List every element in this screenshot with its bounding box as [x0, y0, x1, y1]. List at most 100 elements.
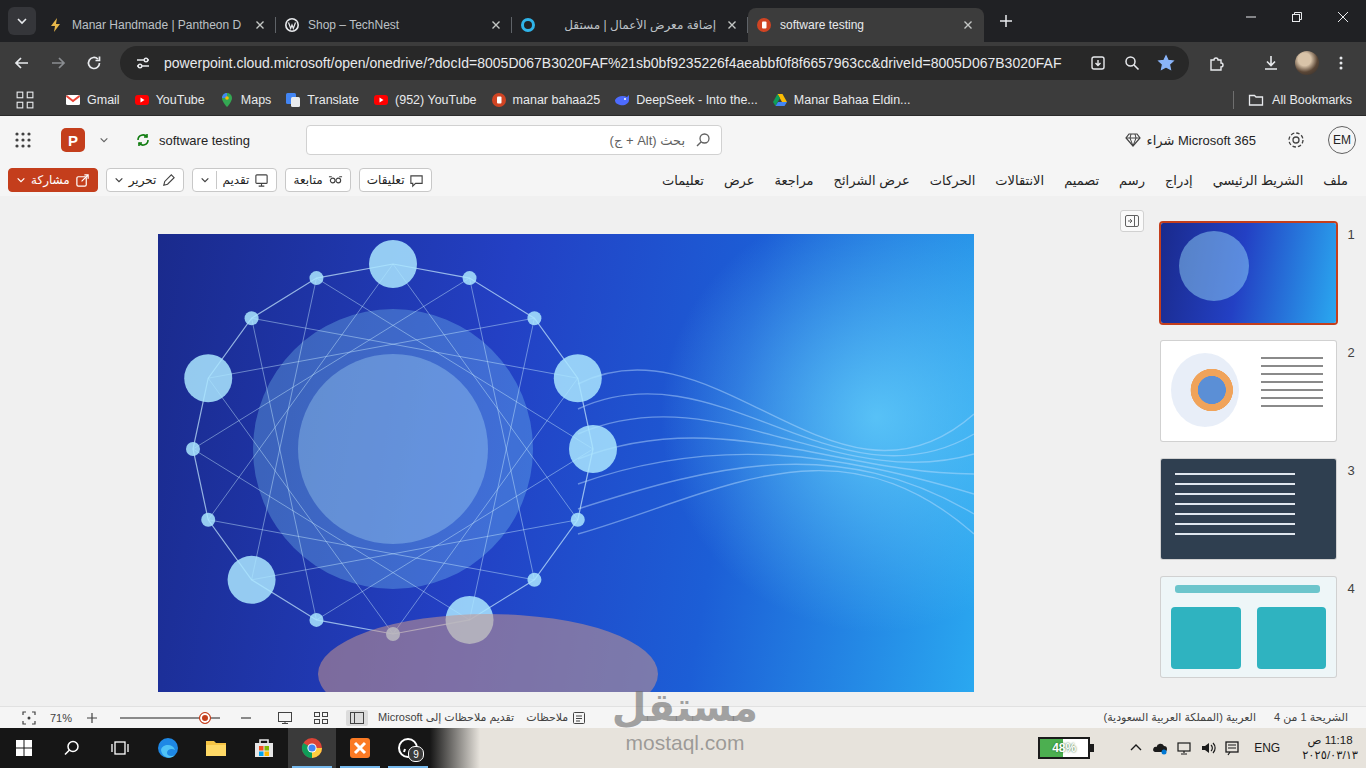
taskbar-app[interactable] [240, 728, 288, 768]
ribbon-tab[interactable]: تعليمات [662, 173, 704, 188]
collapse-pane-button[interactable] [1120, 210, 1144, 232]
site-info-icon[interactable] [134, 54, 152, 72]
dropdown-chevron[interactable] [16, 175, 26, 185]
view-button[interactable] [310, 710, 332, 726]
buy-microsoft-365[interactable]: Microsoft 365 شراء [1125, 132, 1256, 148]
reload-button[interactable] [78, 47, 110, 79]
slide-thumbnail[interactable] [1161, 577, 1336, 677]
taskbar-app[interactable] [192, 728, 240, 768]
ribbon-tab[interactable]: ملف [1323, 173, 1348, 188]
chevron-down-icon[interactable] [99, 135, 109, 145]
bookmark[interactable]: DeepSeek - Into the... [607, 86, 765, 114]
taskbar-app[interactable]: 9 [384, 728, 432, 768]
close-icon[interactable] [960, 17, 976, 33]
zoom-out-icon[interactable] [240, 712, 252, 724]
slide-photo[interactable] [158, 234, 974, 692]
ribbon-tab[interactable]: الانتقالات [995, 173, 1044, 188]
dropdown-chevron[interactable] [200, 171, 217, 189]
bookmark[interactable]: manar bahaa25 [484, 86, 608, 114]
minimize-button[interactable] [1228, 0, 1274, 34]
bookmark[interactable]: Translate [278, 86, 366, 114]
close-icon[interactable] [252, 17, 268, 33]
taskbar-app[interactable] [288, 728, 336, 768]
powerpoint-logo[interactable]: P [61, 128, 85, 152]
action-center-icon[interactable] [1224, 740, 1240, 756]
taskbar-app[interactable] [144, 728, 192, 768]
user-avatar[interactable]: EM [1328, 126, 1356, 154]
slide-thumbnail[interactable] [1161, 223, 1336, 323]
volume-icon[interactable] [1200, 740, 1216, 756]
action-button[interactable]: تحرير [106, 168, 185, 192]
ribbon-tab[interactable]: الشريط الرئيسي [1213, 173, 1304, 188]
zoom-in-icon[interactable] [86, 712, 98, 724]
browser-tab[interactable]: إضافة معرض الأعمال | مستقل [512, 8, 748, 42]
thumbnail-row[interactable]: 1 [1150, 223, 1366, 323]
action-button[interactable]: تعليقات [359, 168, 433, 192]
ribbon-tab[interactable]: عرض الشرائح [834, 173, 910, 188]
ribbon-tab[interactable]: رسم [1119, 173, 1145, 188]
search-box[interactable] [306, 125, 722, 155]
zoom-percentage[interactable]: 71% [50, 712, 72, 724]
bookmark[interactable]: Manar Bahaa Eldin... [765, 86, 918, 114]
taskbar-app[interactable] [336, 728, 384, 768]
clock[interactable]: 11:18 ص٢٠٢٥/٠٣/١٣ [1302, 733, 1358, 763]
thumbnail-row[interactable]: 3 [1150, 459, 1366, 559]
document-title[interactable]: software testing [159, 133, 250, 148]
bookmark[interactable]: (952) YouTube [366, 86, 484, 114]
zoom-icon[interactable] [1123, 54, 1141, 72]
url-text[interactable]: powerpoint.cloud.microsoft/open/onedrive… [164, 55, 1061, 71]
battery-indicator[interactable]: 48% [1038, 737, 1090, 759]
feedback-link[interactable]: تقديم ملاحظات إلى Microsoft [378, 711, 514, 724]
close-icon[interactable] [488, 17, 504, 33]
apps-grid-icon[interactable] [16, 91, 34, 109]
close-window-button[interactable] [1320, 0, 1366, 34]
star-icon[interactable] [1157, 54, 1175, 72]
action-button[interactable]: مشاركة [8, 168, 98, 192]
extensions-button[interactable] [1201, 47, 1233, 79]
menu-button[interactable] [1325, 47, 1357, 79]
settings-gear-icon[interactable] [1286, 130, 1306, 150]
browser-tab[interactable]: Shop – TechNest [276, 8, 512, 42]
downloads-button[interactable] [1255, 47, 1287, 79]
notes-button[interactable]: ملاحظات [526, 711, 585, 724]
all-bookmarks[interactable]: All Bookmarks [1233, 91, 1352, 109]
ribbon-tab[interactable]: مراجعة [775, 173, 814, 188]
back-button[interactable] [6, 47, 38, 79]
task-view-button[interactable] [96, 728, 144, 768]
slider-thumb[interactable] [199, 712, 211, 724]
profile-avatar[interactable] [1295, 51, 1319, 75]
slide-thumbnail[interactable] [1161, 341, 1336, 441]
slide-thumbnail[interactable] [1161, 459, 1336, 559]
input-language[interactable]: ENG [1254, 741, 1280, 755]
bookmark[interactable]: YouTube [127, 86, 212, 114]
new-tab-button[interactable] [992, 7, 1020, 35]
action-button[interactable]: متابعة [285, 168, 350, 192]
app-launcher-icon[interactable] [14, 131, 32, 149]
zoom-slider[interactable] [120, 712, 220, 724]
forward-button[interactable] [42, 47, 74, 79]
onedrive-icon[interactable] [1152, 740, 1168, 756]
address-bar[interactable]: powerpoint.cloud.microsoft/open/onedrive… [120, 46, 1189, 80]
dropdown-chevron[interactable] [114, 175, 124, 185]
ribbon-tab[interactable]: إدراج [1165, 173, 1193, 188]
view-button[interactable] [346, 710, 368, 726]
bookmark[interactable]: Gmail [58, 86, 127, 114]
restore-button[interactable] [1274, 0, 1320, 34]
browser-tab[interactable]: Manar Handmade | Pantheon D [40, 8, 276, 42]
tab-search-button[interactable] [8, 7, 36, 35]
install-app-icon[interactable] [1089, 54, 1107, 72]
ribbon-tab[interactable]: عرض [724, 173, 755, 188]
action-button[interactable]: تقديم [192, 168, 277, 192]
language-indicator[interactable]: العربية (المملكة العربية السعودية) [1104, 711, 1256, 724]
search-input[interactable] [317, 132, 687, 149]
fit-to-window-icon[interactable] [22, 711, 36, 725]
bookmark[interactable]: Maps [212, 86, 279, 114]
thumbnail-row[interactable]: 2 [1150, 341, 1366, 441]
network-icon[interactable] [1176, 740, 1192, 756]
browser-tab[interactable]: software testing [748, 8, 984, 42]
chevron-up-icon[interactable] [1128, 740, 1144, 756]
ribbon-tab[interactable]: الحركات [930, 173, 976, 188]
start-button[interactable] [0, 728, 48, 768]
search-button[interactable] [48, 728, 96, 768]
close-icon[interactable] [724, 17, 740, 33]
